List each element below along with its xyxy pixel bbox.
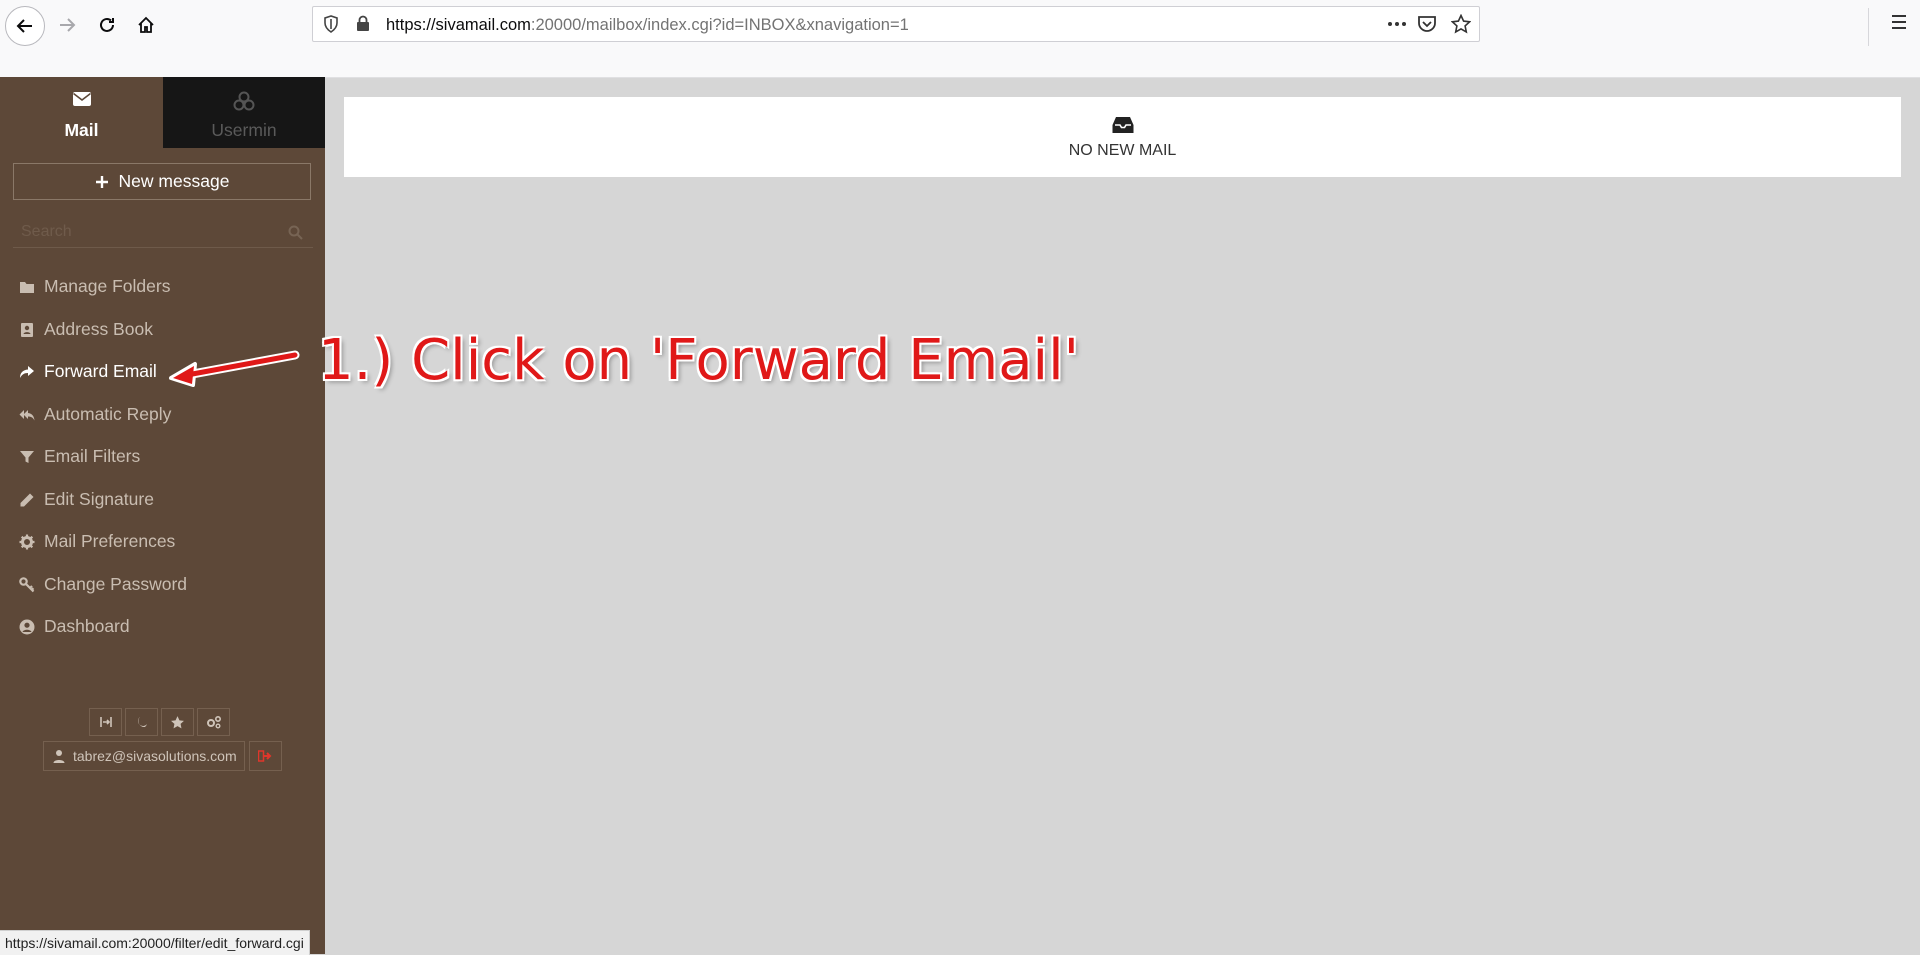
sidebar-item-edit-signature[interactable]: Edit Signature [0,478,325,521]
home-icon [138,16,154,33]
search-input[interactable] [19,219,278,245]
favorites-button[interactable] [161,708,194,736]
collapse-icon [99,717,112,727]
url-path: :20000/mailbox/index.cgi?id=INBOX&xnavig… [530,16,909,34]
address-bar[interactable]: https://sivamail.com:20000/mailbox/index… [312,6,1480,42]
sidebar-item-manage-folders[interactable]: Manage Folders [0,265,325,308]
folder-icon [19,279,35,295]
gear-icon [19,534,35,550]
sidebar-item-label: Manage Folders [44,276,171,296]
bookmark-star-icon[interactable] [1451,14,1471,34]
reply-all-icon [19,407,35,423]
back-button[interactable] [5,6,45,46]
star-icon [171,715,184,728]
moon-icon [137,717,147,728]
envelope-icon [72,91,92,107]
app-menu-button[interactable] [1890,14,1908,30]
tab-mail-label: Mail [64,120,99,140]
tab-usermin-label: Usermin [211,120,277,140]
tab-mail[interactable]: Mail [0,77,163,148]
page-actions-more-icon[interactable] [1387,15,1407,33]
mail-menu: Manage Folders Address Book Forward Emai… [0,265,325,648]
sidebar-item-label: Dashboard [44,616,130,636]
reload-button[interactable] [88,6,126,44]
sidebar-item-label: Change Password [44,573,187,594]
annotation-instruction: 1.) Click on 'Forward Email' [318,328,1080,393]
plus-icon [95,175,108,188]
sidebar-item-label: Forward Email [44,361,157,381]
sidebar-item-automatic-reply[interactable]: Automatic Reply [0,393,325,436]
link-status-bar: https://sivamail.com:20000/filter/edit_f… [0,930,310,955]
user-account-button[interactable]: tabrez@sivasolutions.com [43,741,245,771]
address-book-icon [19,322,35,338]
url-host: https://sivamail.com [386,16,531,34]
sidebar-toolbar [89,708,230,736]
key-icon [19,576,35,593]
sidebar-item-label: Address Book [44,318,153,339]
usermin-logo-icon [233,91,255,111]
forward-button[interactable] [48,6,86,44]
sidebar-item-label: Edit Signature [44,488,154,509]
inbox-icon [1112,116,1134,134]
filter-icon [19,449,35,465]
reload-icon [100,17,114,32]
sidebar-item-label: Mail Preferences [44,531,176,551]
sidebar-item-mail-preferences[interactable]: Mail Preferences [0,520,325,563]
gears-icon [206,715,221,729]
url-text[interactable]: https://sivamail.com:20000/mailbox/index… [386,16,909,35]
tracking-shield-icon[interactable] [323,15,339,33]
browser-toolbar: https://sivamail.com:20000/mailbox/index… [0,0,1920,78]
tab-usermin[interactable]: Usermin [163,77,325,148]
sidebar-item-label: Email Filters [44,446,141,466]
search-box [13,217,313,248]
lock-icon[interactable] [356,15,370,32]
no-new-mail-text: NO NEW MAIL [1068,142,1177,159]
sidebar-item-email-filters[interactable]: Email Filters [0,435,325,478]
sidebar-item-dashboard[interactable]: Dashboard [0,605,325,648]
new-message-label: New message [118,171,230,191]
search-icon[interactable] [288,225,303,240]
sidebar: Mail Usermin New message Manage Folders … [0,77,325,954]
toggle-sidebar-button[interactable] [89,708,122,736]
home-button[interactable] [127,6,165,44]
sidebar-item-change-password[interactable]: Change Password [0,563,325,606]
back-arrow-icon [16,19,32,33]
sidebar-item-address-book[interactable]: Address Book [0,308,325,351]
forward-icon [19,364,35,380]
night-mode-button[interactable] [125,708,158,736]
toolbar-separator [1868,8,1869,46]
mailbox-empty-panel: NO NEW MAIL [344,97,1901,177]
sidebar-item-label: Automatic Reply [44,403,172,424]
hamburger-menu-icon [1892,15,1906,29]
forward-arrow-icon [60,18,76,32]
annotation-arrow [169,350,300,387]
pencil-icon [19,492,35,508]
user-email: tabrez@sivasolutions.com [73,748,237,764]
user-icon [53,750,65,763]
theme-settings-button[interactable] [197,708,230,736]
user-circle-icon [19,619,35,635]
pocket-icon[interactable] [1417,15,1437,33]
logout-button[interactable] [248,741,282,771]
user-row: tabrez@sivasolutions.com [43,741,282,771]
new-message-button[interactable]: New message [13,163,311,200]
logout-icon [258,750,272,762]
